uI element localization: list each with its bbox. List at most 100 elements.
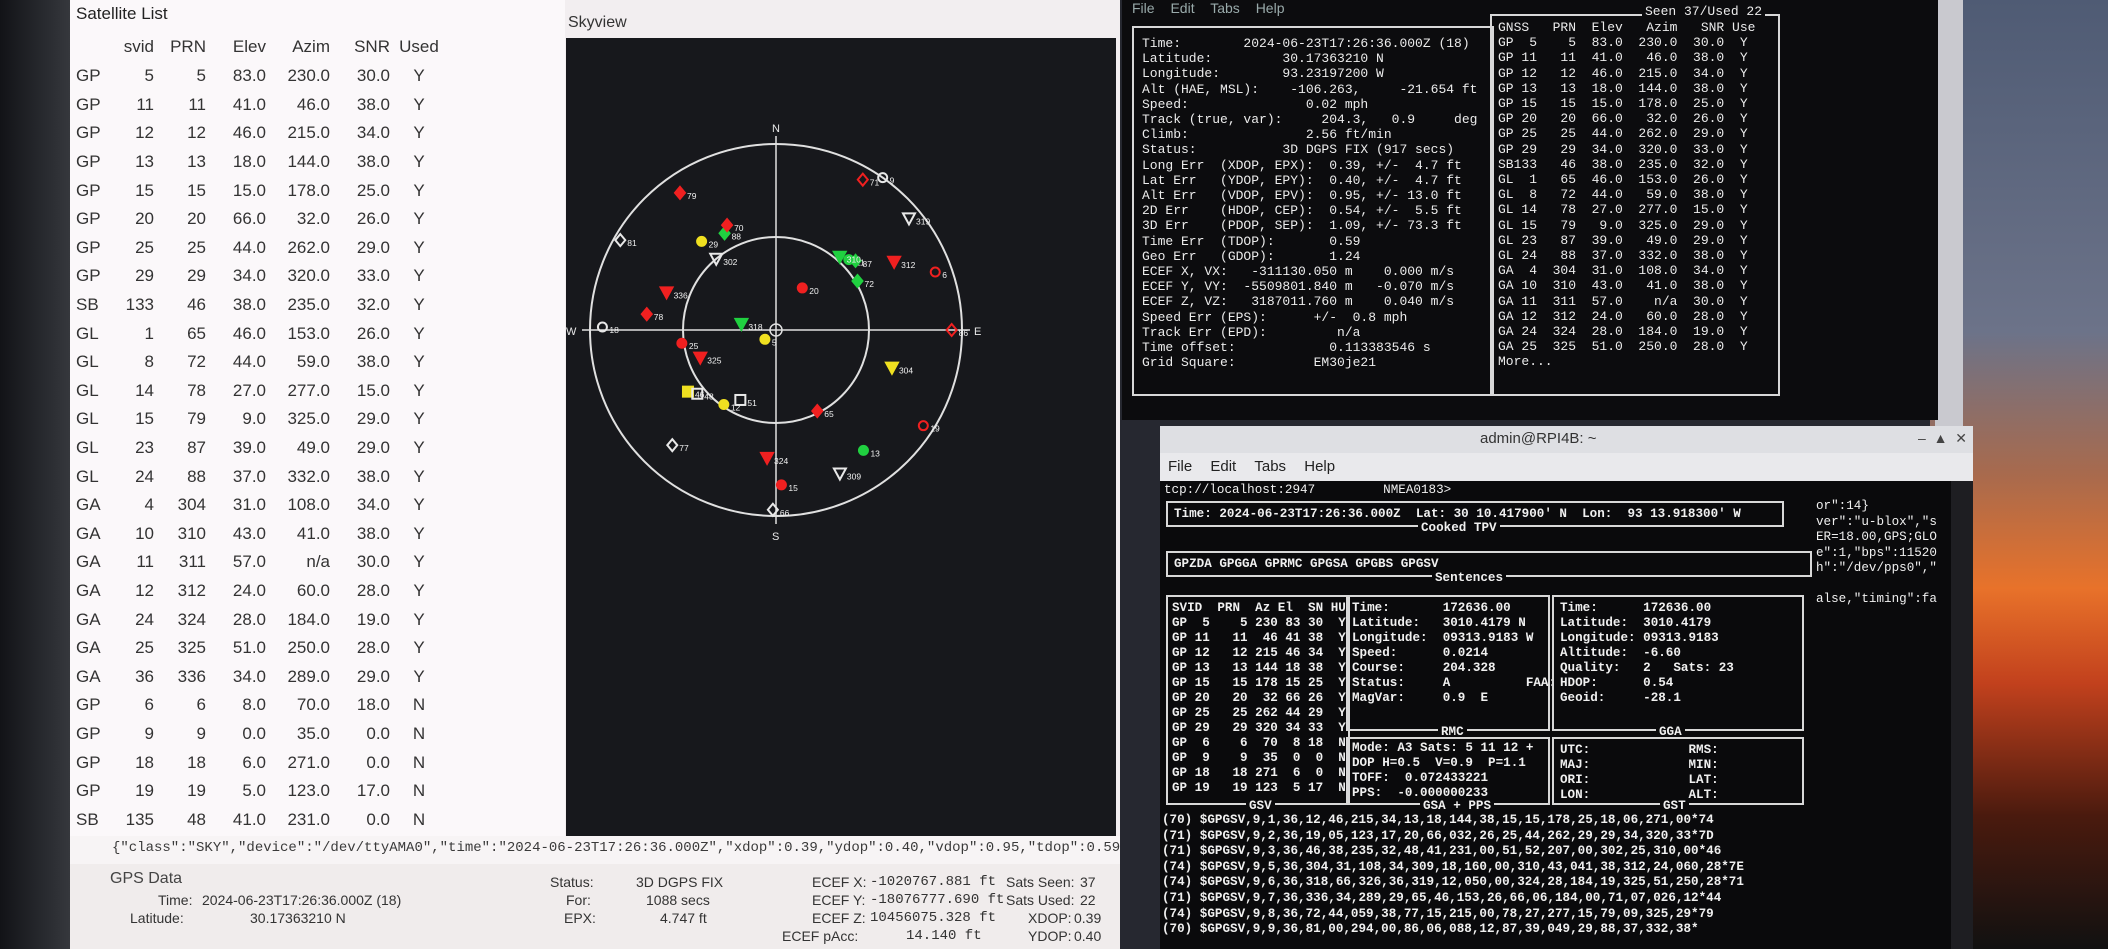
gps-ecefy: -18076777.690 ft <box>870 892 1005 908</box>
maximize-icon[interactable]: ▲ <box>1934 430 1948 446</box>
gps-ecefy-label: ECEF Y: <box>812 892 866 908</box>
satellite-cell: 66.0 <box>232 209 266 229</box>
text-line: More... <box>1498 354 1553 370</box>
satellite-cell: 11 <box>136 94 154 114</box>
terminal-title-bar[interactable]: admin@RPI4B: ~ – ▲ ✕ <box>1160 426 1973 453</box>
column-header[interactable]: Elev <box>206 32 266 62</box>
text-line: UTC: RMS: <box>1560 743 1719 757</box>
satellite-cell: 39.0 <box>232 438 266 458</box>
text-line: GL 24 88 37.0 332.0 38.0 Y <box>1498 248 1748 264</box>
cgps-menu-help[interactable]: Help <box>1256 0 1285 16</box>
cgps-menu-tabs[interactable]: Tabs <box>1210 0 1240 16</box>
satellite-cell: Y <box>413 438 425 458</box>
cgps-menu-file[interactable]: File <box>1132 0 1155 16</box>
column-header[interactable] <box>76 32 116 62</box>
text-line: GP 19 19 123 5 17 N <box>1172 781 1346 795</box>
column-header[interactable]: PRN <box>154 32 206 62</box>
close-icon[interactable]: ✕ <box>1955 430 1967 446</box>
satellite-cell: 11 <box>188 94 206 114</box>
column-header[interactable]: SNR <box>330 32 390 62</box>
satellite-marker <box>851 273 864 289</box>
satellite-cell: 230.0 <box>287 66 330 86</box>
text-line: GL 14 78 27.0 277.0 15.0 Y <box>1498 202 1748 218</box>
satellite-row: GL 8 72 44.0 59.0 38.0 Y <box>76 348 448 377</box>
satellite-row: GA 11 311 57.0 n/a 30.0 Y <box>76 548 448 577</box>
satellite-cell: n/a <box>306 552 330 572</box>
satellite-marker <box>676 337 688 349</box>
cgps-menu-edit[interactable]: Edit <box>1170 0 1194 16</box>
skyview-label: Skyview <box>568 14 627 31</box>
satellite-cell: 8.0 <box>242 695 266 715</box>
satellite-label: 20 <box>809 286 819 296</box>
satellite-cell: 0.0 <box>366 752 390 772</box>
minimize-icon[interactable]: – <box>1918 430 1926 446</box>
satellite-cell: 44.0 <box>232 237 266 257</box>
satellite-cell: 262.0 <box>287 237 330 257</box>
text-line: GP 12 12 215 46 34 Y <box>1172 646 1346 660</box>
terminal-scrollbar[interactable] <box>1951 481 1973 949</box>
text-line: e":1,"bps":11520 <box>1816 545 1937 560</box>
gps-time-label: Time: <box>158 892 193 908</box>
satellite-label: 78 <box>654 312 664 322</box>
satellite-label: 71 <box>870 178 880 188</box>
menu-tabs[interactable]: Tabs <box>1254 453 1286 475</box>
satellite-marker <box>673 185 687 201</box>
text-line: GL 8 72 44.0 59.0 38.0 Y <box>1498 187 1748 203</box>
satellite-cell: 34.0 <box>232 266 266 286</box>
satellite-cell: N <box>412 781 426 801</box>
menu-file[interactable]: File <box>1168 453 1192 475</box>
satellite-cell: GP <box>76 66 101 86</box>
satellite-marker <box>733 317 750 332</box>
text-line: Speed: 0.0214 <box>1352 646 1489 660</box>
text-line: GNSS PRN Elev Azim SNR Use <box>1498 20 1756 35</box>
satellite-label: 336 <box>674 290 688 300</box>
satellite-cell: 32.0 <box>296 209 330 229</box>
satellite-cell: GA <box>76 638 101 658</box>
menu-edit[interactable]: Edit <box>1210 453 1236 475</box>
satellite-cell: 0.0 <box>242 723 266 743</box>
satellite-cell: 59.0 <box>296 352 330 372</box>
satellite-marker <box>832 467 848 482</box>
gps-ecefpacc: 14.140 ft <box>906 928 982 944</box>
satellite-label: 15 <box>788 483 798 493</box>
satellite-cell: 18.0 <box>356 695 390 715</box>
satellite-cell: 135 <box>125 809 154 829</box>
satellite-cell: 28.0 <box>356 580 390 600</box>
gst-caption: GST <box>1660 799 1689 814</box>
satellite-cell: GL <box>76 380 99 400</box>
satellite-cell: 153.0 <box>287 323 330 343</box>
text-line: (71) $GPGSV,9,2,36,19,05,123,17,20,66,03… <box>1162 828 1714 843</box>
satellite-label: 79 <box>687 191 697 201</box>
satellite-row: GA 25 325 51.0 250.0 28.0 Y <box>76 634 448 663</box>
satellite-cell: 60.0 <box>296 580 330 600</box>
text-line: GP 13 13 18.0 144.0 38.0 Y <box>1498 80 1748 96</box>
text-line: (70) $GPGSV,9,1,36,12,46,215,34,13,18,14… <box>1162 813 1714 827</box>
satellite-cell: GP <box>76 695 101 715</box>
gst-data: UTC: RMS: MAJ: MIN: ORI: LAT: LON: ALT: <box>1560 743 1719 803</box>
terminal-body[interactable]: tcp://localhost:2947 NMEA0183> Time: 202… <box>1160 481 1950 949</box>
gps-ecefpacc-label: ECEF pAcc: <box>782 928 859 944</box>
satellite-label: 72 <box>864 279 874 289</box>
satellite-cell: 65 <box>187 323 206 343</box>
satellite-cell: Y <box>413 466 425 486</box>
column-header[interactable]: Used <box>390 32 448 62</box>
satellite-marker <box>884 361 900 376</box>
gps-used: 22 <box>1080 892 1096 908</box>
satellite-cell: GP <box>76 237 101 257</box>
text-line: GP 20 20 32 66 26 Y <box>1172 691 1346 705</box>
satellite-cell: N <box>412 809 426 829</box>
satellite-label: 302 <box>723 257 737 267</box>
menu-help[interactable]: Help <box>1304 453 1335 475</box>
satellite-cell: 9.0 <box>242 409 266 429</box>
satellite-label: 6 <box>942 270 947 280</box>
gps-data-title: GPS Data <box>110 870 183 887</box>
tpv-line: Time: 2024-06-23T17:26:36.000Z Lat: 30 1… <box>1174 507 1741 521</box>
satellite-marker <box>759 451 775 466</box>
text-line: GP 15 15 178 15 25 Y <box>1172 676 1346 690</box>
satellite-cell: Y <box>413 209 425 229</box>
satellite-cell: GP <box>76 180 101 200</box>
satellite-cell: Y <box>413 295 425 315</box>
column-header[interactable]: svid <box>116 32 154 62</box>
satellite-table-body: GP 5 5 83.0 230.0 30.0 Y GP 11 11 41.0 46.0 38.0 Y GP 1… <box>76 62 448 863</box>
column-header[interactable]: Azim <box>266 32 330 62</box>
